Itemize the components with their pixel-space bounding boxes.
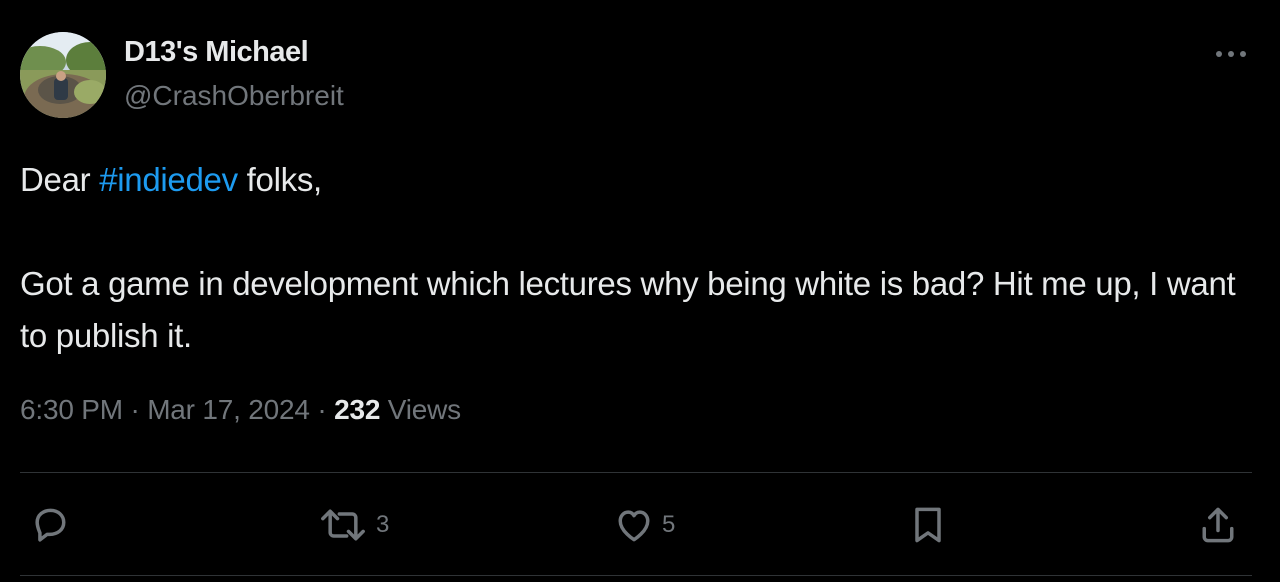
share-upload-icon xyxy=(1202,507,1234,543)
views-count: 232 xyxy=(334,394,381,425)
like-button[interactable]: 5 xyxy=(612,501,675,549)
hashtag-link[interactable]: #indiedev xyxy=(99,161,238,198)
author-display-name[interactable]: D13's Michael xyxy=(124,36,309,69)
reply-button[interactable] xyxy=(28,501,78,549)
meta-separator-2: · xyxy=(309,394,335,425)
speech-bubble-icon xyxy=(35,508,66,542)
bookmark-icon xyxy=(915,507,941,543)
more-options-button[interactable] xyxy=(1207,38,1255,70)
more-horizontal-icon xyxy=(1216,51,1246,57)
repost-count: 3 xyxy=(376,511,390,538)
divider-bottom xyxy=(20,575,1252,576)
tweet-date[interactable]: Mar 17, 2024 xyxy=(147,394,310,425)
views-label: Views xyxy=(380,394,461,425)
tweet-paragraph-2: Got a game in development which lectures… xyxy=(20,265,1236,354)
divider-top xyxy=(20,472,1252,473)
repost-button[interactable]: 3 xyxy=(316,501,389,549)
share-button[interactable] xyxy=(1196,501,1240,549)
bookmark-button[interactable] xyxy=(906,501,950,549)
repost-arrows-icon xyxy=(321,509,365,541)
tweet-text-part1: Dear xyxy=(20,161,100,198)
tweet-meta: 6:30 PM · Mar 17, 2024 · 232 Views xyxy=(20,394,461,426)
avatar-image xyxy=(20,32,106,118)
tweet-paragraph-1: Dear #indiedev folks, xyxy=(20,154,1240,206)
tweet-text-part2: folks, xyxy=(237,161,323,198)
like-count: 5 xyxy=(662,511,676,538)
heart-icon xyxy=(618,510,650,542)
tweet-text: Dear #indiedev folks, Got a game in deve… xyxy=(20,154,1240,362)
author-handle[interactable]: @CrashOberbreit xyxy=(124,80,344,112)
meta-separator: · xyxy=(122,394,148,425)
tweet-card: D13's Michael @CrashOberbreit Dear #indi… xyxy=(0,0,1280,582)
avatar[interactable] xyxy=(20,32,106,118)
tweet-time[interactable]: 6:30 PM xyxy=(20,394,123,425)
